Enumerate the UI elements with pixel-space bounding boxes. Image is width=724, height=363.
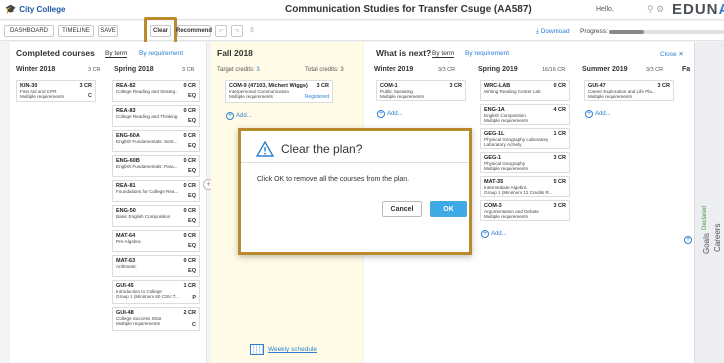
course-card[interactable]: WRC-LAB 0 CR Writing Reading Center Lab — [480, 80, 570, 101]
progress-bar — [609, 30, 724, 34]
graduation-cap-icon: 🎓 — [5, 4, 17, 14]
current-term-title: Fall 2018 — [217, 48, 253, 58]
term-credits: 3/3 CR — [438, 67, 456, 73]
course-card[interactable]: GEG-1L 1 CR Physical Geography Laboratory L… — [480, 128, 570, 149]
course-card[interactable]: GUI-48 2 CR College Success Strat Multiple … — [112, 307, 200, 331]
term-name: Fa — [682, 66, 691, 73]
toolbar: DASHBOARD TIMELINE SAVE Clear Recommend … — [0, 17, 724, 45]
close-link[interactable]: Close ✕ — [660, 50, 684, 58]
term-credits: 3/3 CR — [646, 67, 664, 73]
course-card[interactable]: GEG-1 3 CR Physical Geography Multiple requ… — [480, 152, 570, 173]
term-name: Summer 2019 — [582, 66, 628, 73]
course-card[interactable]: GUI-47 3 CR Career Exploration and Life Pl… — [584, 80, 674, 101]
gear-icon[interactable]: ⚙ — [656, 4, 664, 14]
weekly-schedule-link[interactable]: Weekly schedule — [250, 344, 317, 355]
completed-panel: Completed courses By term By requirement… — [10, 42, 207, 363]
download-icon: ⤓ — [536, 28, 539, 35]
whats-next-title: What is next? — [376, 48, 432, 58]
course-card[interactable]: REA-82 0 CR College Reading and Strateg...… — [112, 80, 200, 102]
term-credits: 16/16 CR — [542, 67, 566, 73]
greeting: Hello, — [596, 6, 614, 13]
course-card[interactable]: COM-3 3 CR Argumentation and Debate Multipl… — [480, 200, 570, 221]
program-title: Communication Studies for Transfer Csuge… — [285, 4, 532, 15]
redo-icon[interactable]: ↷ — [231, 25, 243, 37]
brand[interactable]: 🎓 City College — [5, 4, 65, 15]
top-header: 🎓 City College Communication Studies for… — [0, 0, 724, 20]
goals-tab[interactable]: Goals — [702, 233, 711, 254]
course-card[interactable]: MAT-63 0 CR Arithmetic EQ — [112, 255, 200, 277]
term-name: Winter 2019 — [374, 66, 414, 73]
course-card[interactable]: KIN-30 3 CR First Aid and CPR Multiple req… — [16, 80, 96, 102]
plus-circle-icon: + — [226, 112, 234, 120]
tab-by-requirement[interactable]: By requirement — [465, 50, 509, 57]
term-name: Spring 2019 — [478, 66, 518, 73]
plus-circle-icon: + — [481, 230, 489, 238]
cancel-button[interactable]: Cancel — [382, 201, 422, 217]
add-course-button[interactable]: + Add... — [585, 110, 611, 118]
brand-name: City College — [19, 5, 66, 14]
timeline-button[interactable]: TIMELINE — [58, 25, 94, 37]
dashboard-button[interactable]: DASHBOARD — [4, 25, 54, 37]
total-credits: Total credits: 3 — [305, 67, 344, 73]
course-card[interactable]: REA-83 0 CR College Reading and Thinking EQ — [112, 105, 200, 127]
term-name: Winter 2018 — [16, 66, 56, 73]
add-course-button[interactable]: + Add... — [481, 230, 507, 238]
warning-icon — [256, 141, 274, 157]
plus-circle-icon: + — [377, 110, 385, 118]
dialog-title: Clear the plan? — [281, 142, 363, 156]
edunav-logo: EDUNAV — [672, 1, 724, 18]
course-card[interactable]: ENG-1A 4 CR English Composition Multiple re… — [480, 104, 570, 125]
ok-button[interactable]: OK — [430, 201, 467, 217]
dialog-divider — [241, 162, 469, 163]
tab-by-term[interactable]: By term — [432, 50, 455, 58]
calendar-icon — [250, 344, 264, 355]
declared-label: Declared — [702, 205, 708, 230]
course-card[interactable]: COM-1 3 CR Public Speaking Multiple require… — [376, 80, 466, 101]
progress-label: Progress: — [580, 28, 608, 35]
tab-by-term[interactable]: By term — [105, 50, 128, 58]
course-card[interactable]: COM-9 (47103, Michert Wiggs) 3 CR Interpe… — [225, 80, 333, 103]
tab-by-requirement[interactable]: By requirement — [139, 50, 183, 57]
dialog-message: Click OK to remove all the courses from … — [257, 176, 410, 183]
app-page: 🎓 City College Communication Studies for… — [0, 0, 724, 363]
term-name: Spring 2018 — [114, 66, 154, 73]
clear-plan-dialog: Clear the plan? Click OK to remove all t… — [238, 128, 472, 255]
save-button[interactable]: SAVE — [98, 25, 118, 37]
recommend-button[interactable]: Recommend — [176, 25, 212, 37]
plus-circle-icon: + — [585, 110, 593, 118]
add-term-plus-icon[interactable]: + — [684, 236, 692, 244]
course-card[interactable]: MAT-35 5 CR Intermediate Algebra Group 1 (M… — [480, 176, 570, 197]
download-link[interactable]: ⤓ Download — [536, 28, 570, 36]
clear-button[interactable]: Clear — [150, 25, 171, 37]
target-credits: Target credits: 3 — [217, 67, 260, 73]
term-credits: 3 CR — [88, 67, 101, 73]
right-sidebar: Goals Declared Careers — [694, 42, 724, 363]
course-card[interactable]: ENG-60B 0 CR English Fundamentals: Para...… — [112, 155, 200, 177]
header-icons: ⚲ ⚙ — [647, 4, 664, 15]
completed-title: Completed courses — [16, 48, 95, 58]
course-card[interactable]: ENG-60A 0 CR English Fundamentals: Sent...… — [112, 130, 200, 152]
add-course-button[interactable]: + Add... — [377, 110, 403, 118]
careers-tab[interactable]: Careers — [713, 224, 722, 252]
course-card[interactable]: ENG-50 0 CR Basic English Composition EQ — [112, 205, 200, 227]
add-course-button[interactable]: + Add... — [226, 112, 252, 120]
dollar-icon[interactable]: $ — [250, 27, 254, 34]
term-credits: 3 CR — [182, 67, 195, 73]
course-card[interactable]: REA-81 0 CR Foundations for College Rea...… — [112, 180, 200, 202]
undo-icon[interactable]: ↶ — [215, 25, 227, 37]
course-card[interactable]: MAT-64 0 CR Pre-Algebra EQ — [112, 230, 200, 252]
search-icon[interactable]: ⚲ — [647, 4, 654, 14]
course-card[interactable]: GUI-45 1 CR Introduction to College Group 1… — [112, 280, 200, 304]
